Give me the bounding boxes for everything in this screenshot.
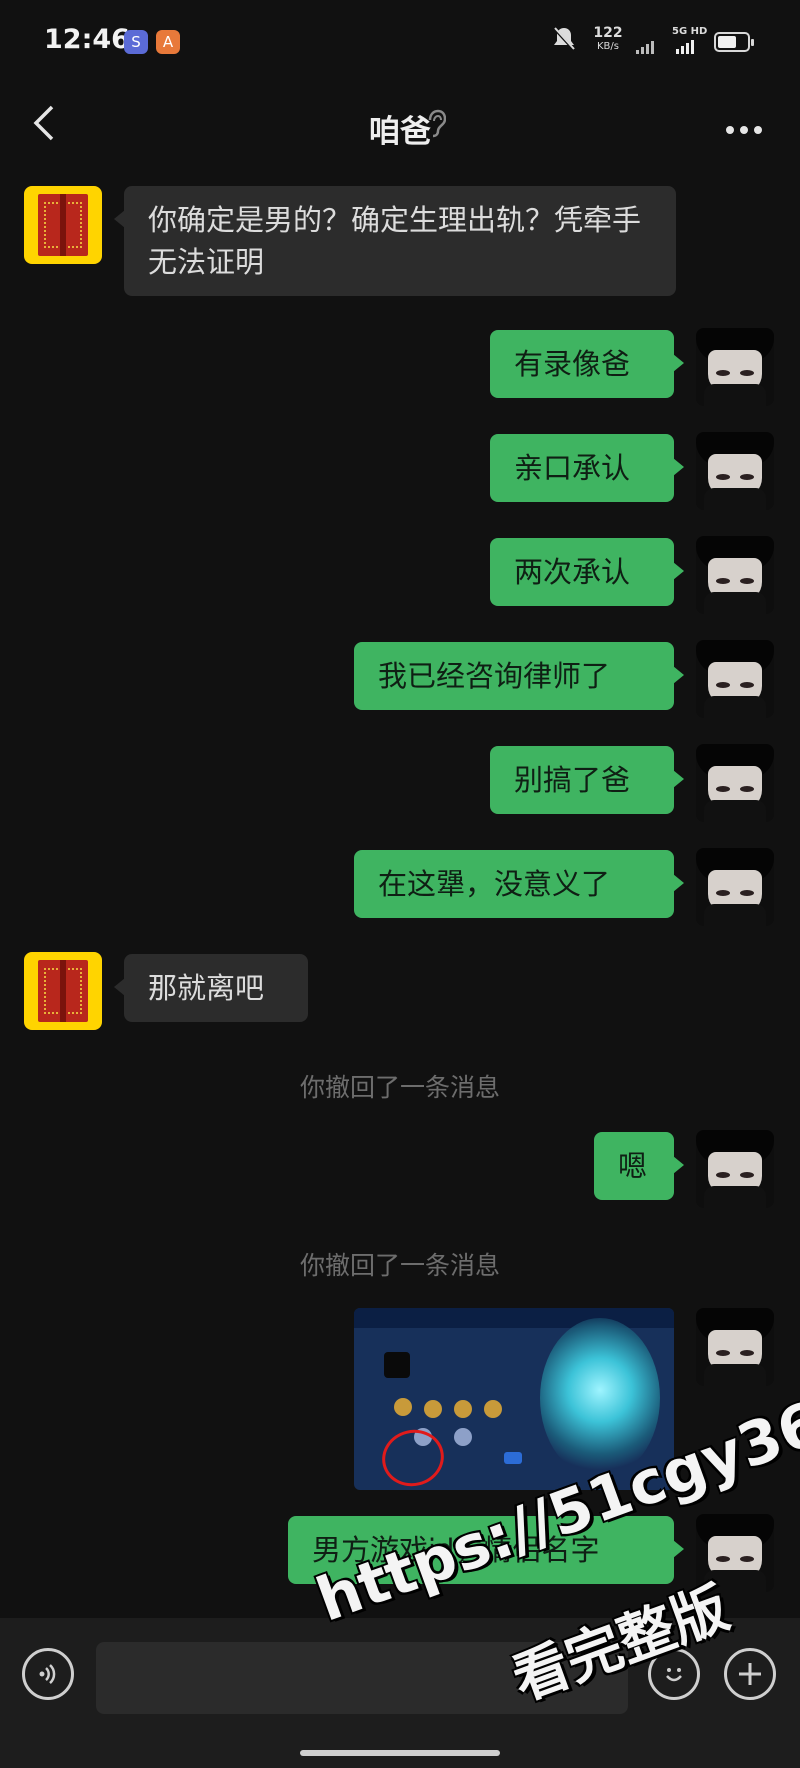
recall-notice: 你撤回了一条消息 bbox=[299, 1251, 500, 1280]
user-avatar[interactable] bbox=[696, 1308, 774, 1386]
battery-icon bbox=[714, 32, 754, 52]
chat-title: 咱爸 bbox=[369, 114, 431, 150]
more-dots-icon bbox=[726, 126, 762, 134]
app-notification-icon: A bbox=[156, 30, 180, 54]
user-avatar[interactable] bbox=[696, 328, 774, 406]
user-avatar[interactable] bbox=[696, 744, 774, 822]
contact-avatar[interactable] bbox=[24, 952, 102, 1030]
outgoing-message[interactable]: 有录像爸 bbox=[490, 330, 684, 398]
voice-icon bbox=[39, 1664, 56, 1684]
outgoing-message[interactable]: 别搞了爸 bbox=[490, 746, 684, 814]
outgoing-message[interactable]: 我已经咨询律师了 bbox=[354, 642, 684, 710]
status-bar: 12:46 S A 122 KB/s 5G HD bbox=[0, 0, 800, 86]
incoming-message[interactable]: 你确定是男的？确定生理出轨？凭牵手无法证明 bbox=[114, 186, 676, 296]
outgoing-message[interactable]: 嗯 bbox=[594, 1132, 684, 1200]
outgoing-message[interactable]: 亲口承认 bbox=[490, 434, 684, 502]
outgoing-message[interactable]: 在这犟，没意义了 bbox=[354, 850, 684, 918]
outgoing-message[interactable]: 两次承认 bbox=[490, 538, 684, 606]
plus-icon bbox=[739, 1663, 761, 1685]
chat-header: 咱爸 bbox=[0, 86, 800, 176]
status-time: 12:46 bbox=[44, 24, 130, 55]
net-speed: 122 KB/s bbox=[593, 25, 623, 52]
contact-avatar[interactable] bbox=[24, 186, 102, 264]
user-avatar[interactable] bbox=[696, 848, 774, 926]
user-avatar[interactable] bbox=[696, 1130, 774, 1208]
user-avatar[interactable] bbox=[696, 640, 774, 718]
recall-notice: 你撤回了一条消息 bbox=[299, 1073, 500, 1102]
user-avatar[interactable] bbox=[696, 432, 774, 510]
voice-button[interactable] bbox=[22, 1648, 74, 1700]
more-options-button[interactable] bbox=[718, 100, 770, 158]
mute-icon bbox=[552, 26, 576, 58]
plus-button[interactable] bbox=[724, 1648, 776, 1700]
incoming-message[interactable]: 那就离吧 bbox=[114, 954, 308, 1022]
ear-icon bbox=[426, 108, 447, 144]
user-avatar[interactable] bbox=[696, 536, 774, 614]
app-notification-icon: S bbox=[124, 30, 148, 54]
signal-icon: 5G HD bbox=[636, 26, 712, 56]
home-indicator[interactable] bbox=[300, 1750, 500, 1756]
